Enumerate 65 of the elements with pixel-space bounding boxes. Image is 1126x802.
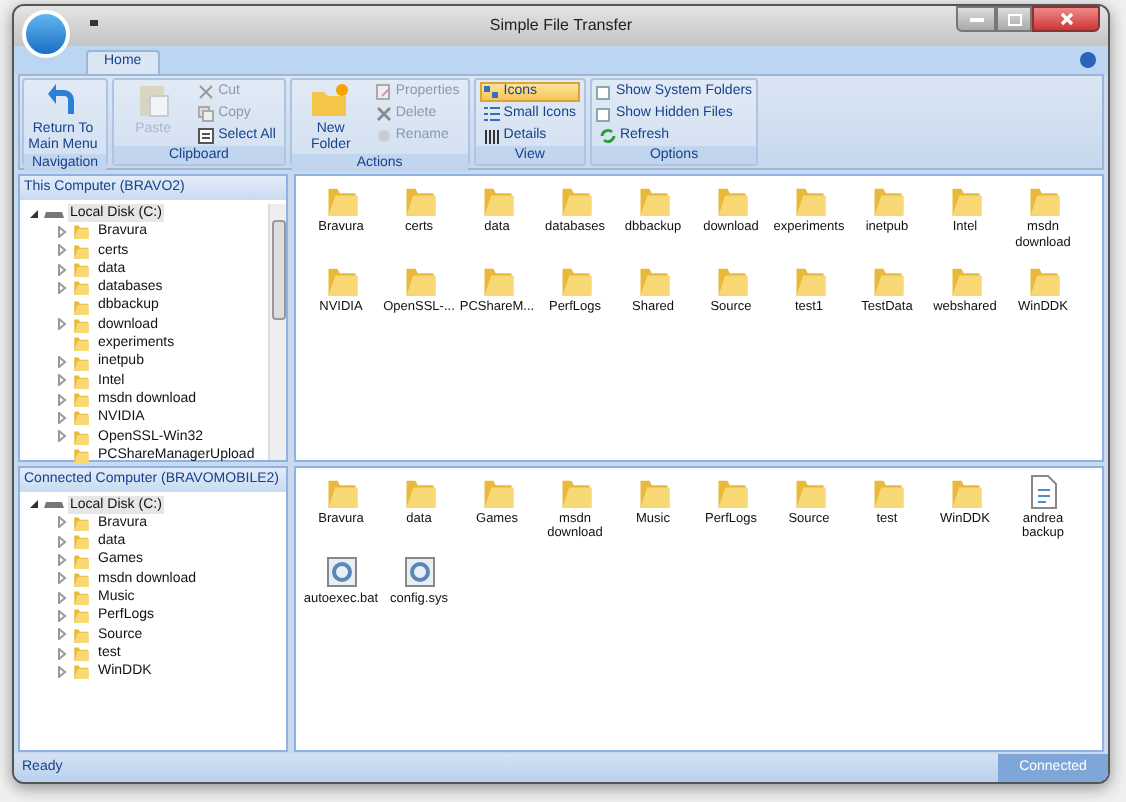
close-button[interactable] (1032, 6, 1100, 32)
expand-icon[interactable] (56, 609, 68, 622)
scroll-thumb[interactable] (271, 220, 285, 320)
folder-icon (72, 427, 90, 446)
expand-icon[interactable] (56, 535, 68, 548)
minimize-button[interactable] (956, 6, 996, 32)
folder-icon (72, 241, 90, 260)
folder-icon (72, 371, 90, 390)
minimize-icon (969, 17, 983, 21)
select-all-icon (198, 128, 215, 144)
expand-icon[interactable] (56, 628, 68, 641)
expand-icon[interactable] (56, 318, 68, 331)
disk-drive-icon (44, 498, 64, 511)
scrollbar[interactable] (268, 204, 286, 459)
settings-file-icon (325, 555, 357, 587)
folder-icon (72, 625, 90, 644)
clipboard-icon (137, 82, 170, 118)
folder-icon (72, 446, 90, 464)
folder-icon (72, 334, 90, 353)
expand-icon[interactable] (56, 554, 68, 567)
folder-icon (72, 408, 90, 427)
expand-icon[interactable] (56, 411, 68, 424)
folder-icon (72, 569, 90, 588)
folder-icon (72, 222, 90, 241)
folder-icon (72, 606, 90, 625)
copy-icon (198, 106, 215, 122)
document-icon (1029, 473, 1057, 509)
expand-icon[interactable] (56, 281, 68, 294)
details-view-icon (483, 128, 500, 144)
expand-icon[interactable] (56, 591, 68, 604)
expand-icon[interactable] (56, 374, 68, 387)
settings-file-icon (403, 555, 435, 587)
expand-icon[interactable] (56, 263, 68, 276)
expand-icon[interactable] (56, 244, 68, 257)
close-icon (1059, 12, 1073, 26)
expand-icon[interactable] (56, 516, 68, 529)
folder-icon (72, 297, 90, 316)
delete-icon (375, 106, 392, 122)
expand-icon[interactable] (56, 572, 68, 585)
large-icons-view-icon (483, 84, 500, 100)
expand-icon[interactable] (56, 225, 68, 238)
folder-icon (72, 532, 90, 551)
folder-icon (72, 662, 90, 681)
window-title: Simple File Transfer (489, 14, 633, 38)
new-folder-icon (310, 82, 351, 118)
folder-icon (72, 315, 90, 334)
checkbox[interactable] (595, 107, 610, 121)
folder-icon (72, 278, 90, 297)
expand-icon[interactable] (56, 393, 68, 406)
refresh-icon (599, 128, 616, 144)
folder-icon (72, 588, 90, 607)
expand-icon[interactable] (56, 356, 68, 369)
expand-icon[interactable] (56, 430, 68, 443)
small-icons-view-icon (483, 106, 500, 122)
checkbox[interactable] (595, 85, 610, 99)
maximize-icon (1007, 13, 1021, 25)
properties-icon (375, 84, 392, 100)
collapse-icon[interactable] (28, 498, 40, 511)
disk-drive-icon (44, 207, 64, 220)
collapse-icon[interactable] (28, 207, 40, 220)
app-logo-icon[interactable] (22, 10, 70, 58)
folder-icon (72, 513, 90, 532)
expand-icon[interactable] (56, 665, 68, 678)
maximize-button[interactable] (996, 6, 1032, 32)
expand-icon[interactable] (56, 647, 68, 660)
